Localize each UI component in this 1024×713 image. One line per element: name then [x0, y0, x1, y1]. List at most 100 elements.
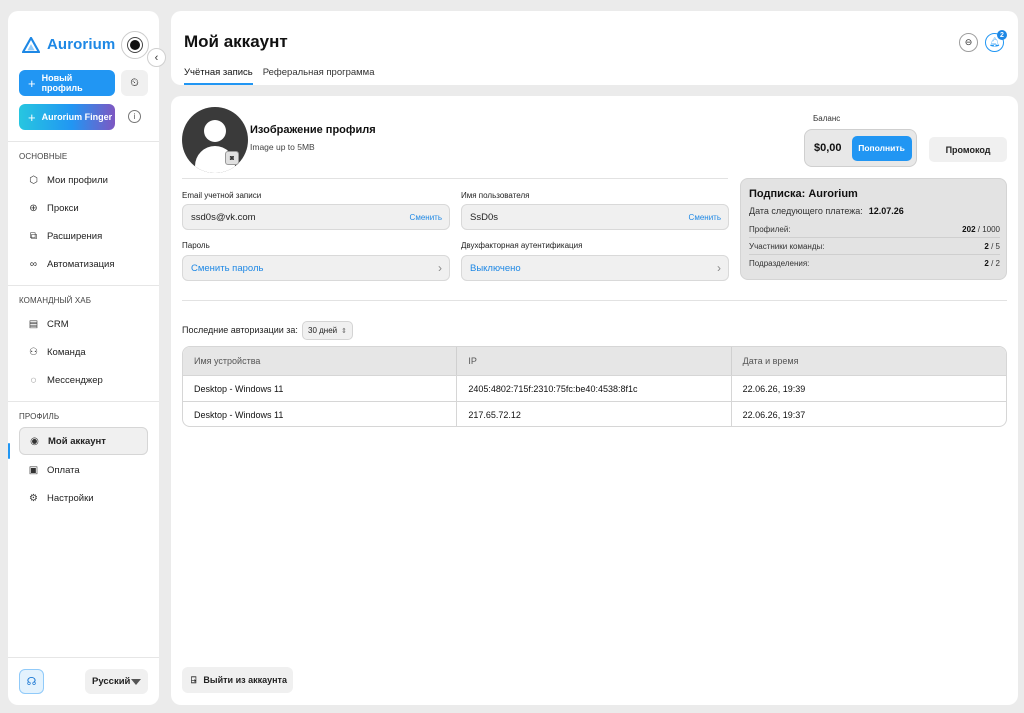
active-indicator — [8, 443, 10, 459]
row-total: / 1000 — [975, 225, 1000, 234]
profiles-icon: ⬡ — [29, 174, 38, 186]
table-cell: 22.06.26, 19:39 — [742, 383, 806, 394]
sidebar-divider — [8, 401, 159, 402]
next-payment-label: Дата следующего платежа: — [749, 206, 863, 216]
profile-image-title: Изображение профиля — [250, 124, 376, 136]
chat-button[interactable]: ⊖ — [959, 33, 978, 52]
subscription-row-departments: Подразделения: 2 / 2 — [749, 259, 1000, 271]
sidebar-item-team[interactable]: ⚇ Команда — [19, 340, 148, 364]
column-header: IP — [457, 347, 732, 375]
page-header: Мой аккаунт Учётная запись Реферальная п… — [171, 11, 1018, 85]
subscription-card: Подписка: Aurorium Дата следующего плате… — [740, 178, 1007, 280]
headset-icon: ☊ — [26, 676, 37, 688]
table-cell: Desktop - Windows 11 — [183, 376, 458, 401]
column-header: Дата и время — [742, 356, 799, 366]
sidebar-item-label: Команда — [47, 346, 86, 358]
change-username-link[interactable]: Сменить — [689, 213, 721, 222]
chat-icon: ◌ — [30, 374, 37, 386]
balance-box: $0,00 Пополнить — [804, 129, 917, 167]
finger-label: Aurorium Finger — [41, 112, 113, 122]
column-header: Имя устройства — [183, 347, 458, 375]
row-total: / 5 — [988, 242, 1000, 251]
notification-badge: 2 — [997, 30, 1007, 40]
row-label: Подразделения: — [749, 259, 810, 268]
camera-icon[interactable]: ◙ — [225, 151, 239, 165]
sidebar-item-crm[interactable]: ▤ CRM — [19, 312, 148, 336]
row-used: 202 — [962, 225, 976, 234]
sidebar-item-messenger[interactable]: ◌ Мессенджер — [19, 368, 148, 392]
language-select[interactable]: Русский — [85, 669, 148, 694]
topup-button[interactable]: Пополнить — [851, 135, 912, 161]
support-button[interactable]: ☊ — [19, 669, 44, 694]
table-cell: 217.65.72.12 — [457, 402, 732, 426]
section-title-profile: ПРОФИЛЬ — [19, 412, 60, 421]
chevron-right-icon: › — [438, 261, 442, 275]
sidebar-item-payment[interactable]: ▣ Оплата — [19, 458, 148, 482]
divider — [182, 178, 728, 179]
sort-arrows-icon: ⇕ — [341, 327, 347, 335]
new-profile-button[interactable]: + Новый профиль — [19, 70, 115, 96]
balance-value: $0,00 — [814, 142, 842, 154]
sidebar-item-settings[interactable]: ⚙ Настройки — [19, 486, 148, 510]
brand-name: Aurorium — [47, 36, 116, 53]
username-field: SsD0s Сменить — [461, 204, 729, 230]
history-button[interactable]: ⏲ — [121, 70, 148, 96]
globe-icon: ⊕ — [29, 202, 38, 214]
chevron-right-icon: › — [717, 261, 721, 275]
row-total: / 2 — [988, 259, 1000, 268]
tab-referral[interactable]: Реферальная программа — [263, 67, 375, 85]
username-label: Имя пользователя — [461, 191, 530, 200]
tabs: Учётная запись Реферальная программа — [184, 67, 375, 85]
account-panel: ◙ Изображение профиля Image up to 5MB Ба… — [171, 96, 1018, 705]
promocode-button[interactable]: Промокод — [929, 137, 1007, 162]
aurorium-finger-button[interactable]: + Aurorium Finger — [19, 104, 115, 130]
table-cell: 22.06.26, 19:37 — [742, 409, 806, 420]
balance-label: Баланс — [813, 114, 841, 123]
automation-icon: ∞ — [29, 258, 38, 270]
sidebar-item-label: CRM — [47, 318, 69, 330]
crm-icon: ▤ — [28, 318, 39, 330]
period-select[interactable]: 30 дней ⇕ — [302, 321, 353, 340]
email-label: Email учетной записи — [182, 191, 262, 200]
logout-button[interactable]: ⍈ Выйти из аккаунта — [182, 667, 293, 693]
sidebar: Aurorium + Новый профиль ⏲ + Aurorium Fi… — [8, 11, 159, 705]
logout-icon: ⍈ — [191, 674, 197, 685]
aurorium-logo-icon — [22, 36, 40, 53]
chevron-left-icon: ‹ — [154, 51, 159, 64]
brand[interactable]: Aurorium — [22, 36, 115, 53]
user-avatar[interactable] — [121, 31, 149, 59]
username-value: SsD0s — [470, 211, 498, 223]
sidebar-item-profiles[interactable]: ⬡ Мои профили — [19, 168, 148, 192]
notifications-button[interactable]: 🔔︎ 2 — [985, 30, 1007, 52]
twofa-button[interactable]: Выключено › — [461, 255, 729, 281]
change-password-button[interactable]: Сменить пароль › — [182, 255, 450, 281]
row-label: Участники команды: — [749, 242, 825, 251]
sidebar-divider — [8, 657, 159, 658]
collapse-sidebar-button[interactable]: ‹ — [147, 48, 166, 67]
section-title-main: ОСНОВНЫЕ — [19, 152, 68, 161]
change-email-link[interactable]: Сменить — [410, 213, 442, 222]
wallet-icon: ▣ — [28, 464, 39, 476]
table-header: Имя устройства IP Дата и время — [183, 347, 1006, 375]
sidebar-divider — [8, 285, 159, 286]
logout-label: Выйти из аккаунта — [203, 675, 287, 685]
table-row: Desktop - Windows 11 2405:4802:715f:2310… — [183, 375, 1006, 401]
sidebar-divider — [8, 141, 159, 142]
section-title-team: КОМАНДНЫЙ ХАБ — [19, 296, 92, 305]
subscription-row-team: Участники команды: 2 / 5 — [749, 242, 1000, 255]
sidebar-item-my-account[interactable]: ◉ Мой аккаунт — [19, 427, 148, 455]
plus-icon: + — [28, 109, 36, 125]
next-payment-date: 12.07.26 — [868, 206, 904, 216]
profile-image-hint: Image up to 5MB — [250, 142, 315, 152]
team-icon: ⚇ — [29, 346, 38, 358]
language-value: Русский — [92, 676, 131, 687]
sidebar-item-proxy[interactable]: ⊕ Прокси — [19, 196, 148, 220]
info-icon[interactable]: i — [128, 110, 141, 123]
page-title: Мой аккаунт — [184, 32, 288, 51]
sidebar-item-automation[interactable]: ∞ Автоматизация — [19, 252, 148, 276]
tab-account[interactable]: Учётная запись — [184, 67, 253, 85]
table-cell: Desktop - Windows 11 — [183, 402, 458, 426]
sidebar-item-extensions[interactable]: ⧉ Расширения — [19, 224, 148, 248]
divider — [182, 300, 1007, 301]
email-field: ssd0s@vk.com Сменить — [182, 204, 450, 230]
